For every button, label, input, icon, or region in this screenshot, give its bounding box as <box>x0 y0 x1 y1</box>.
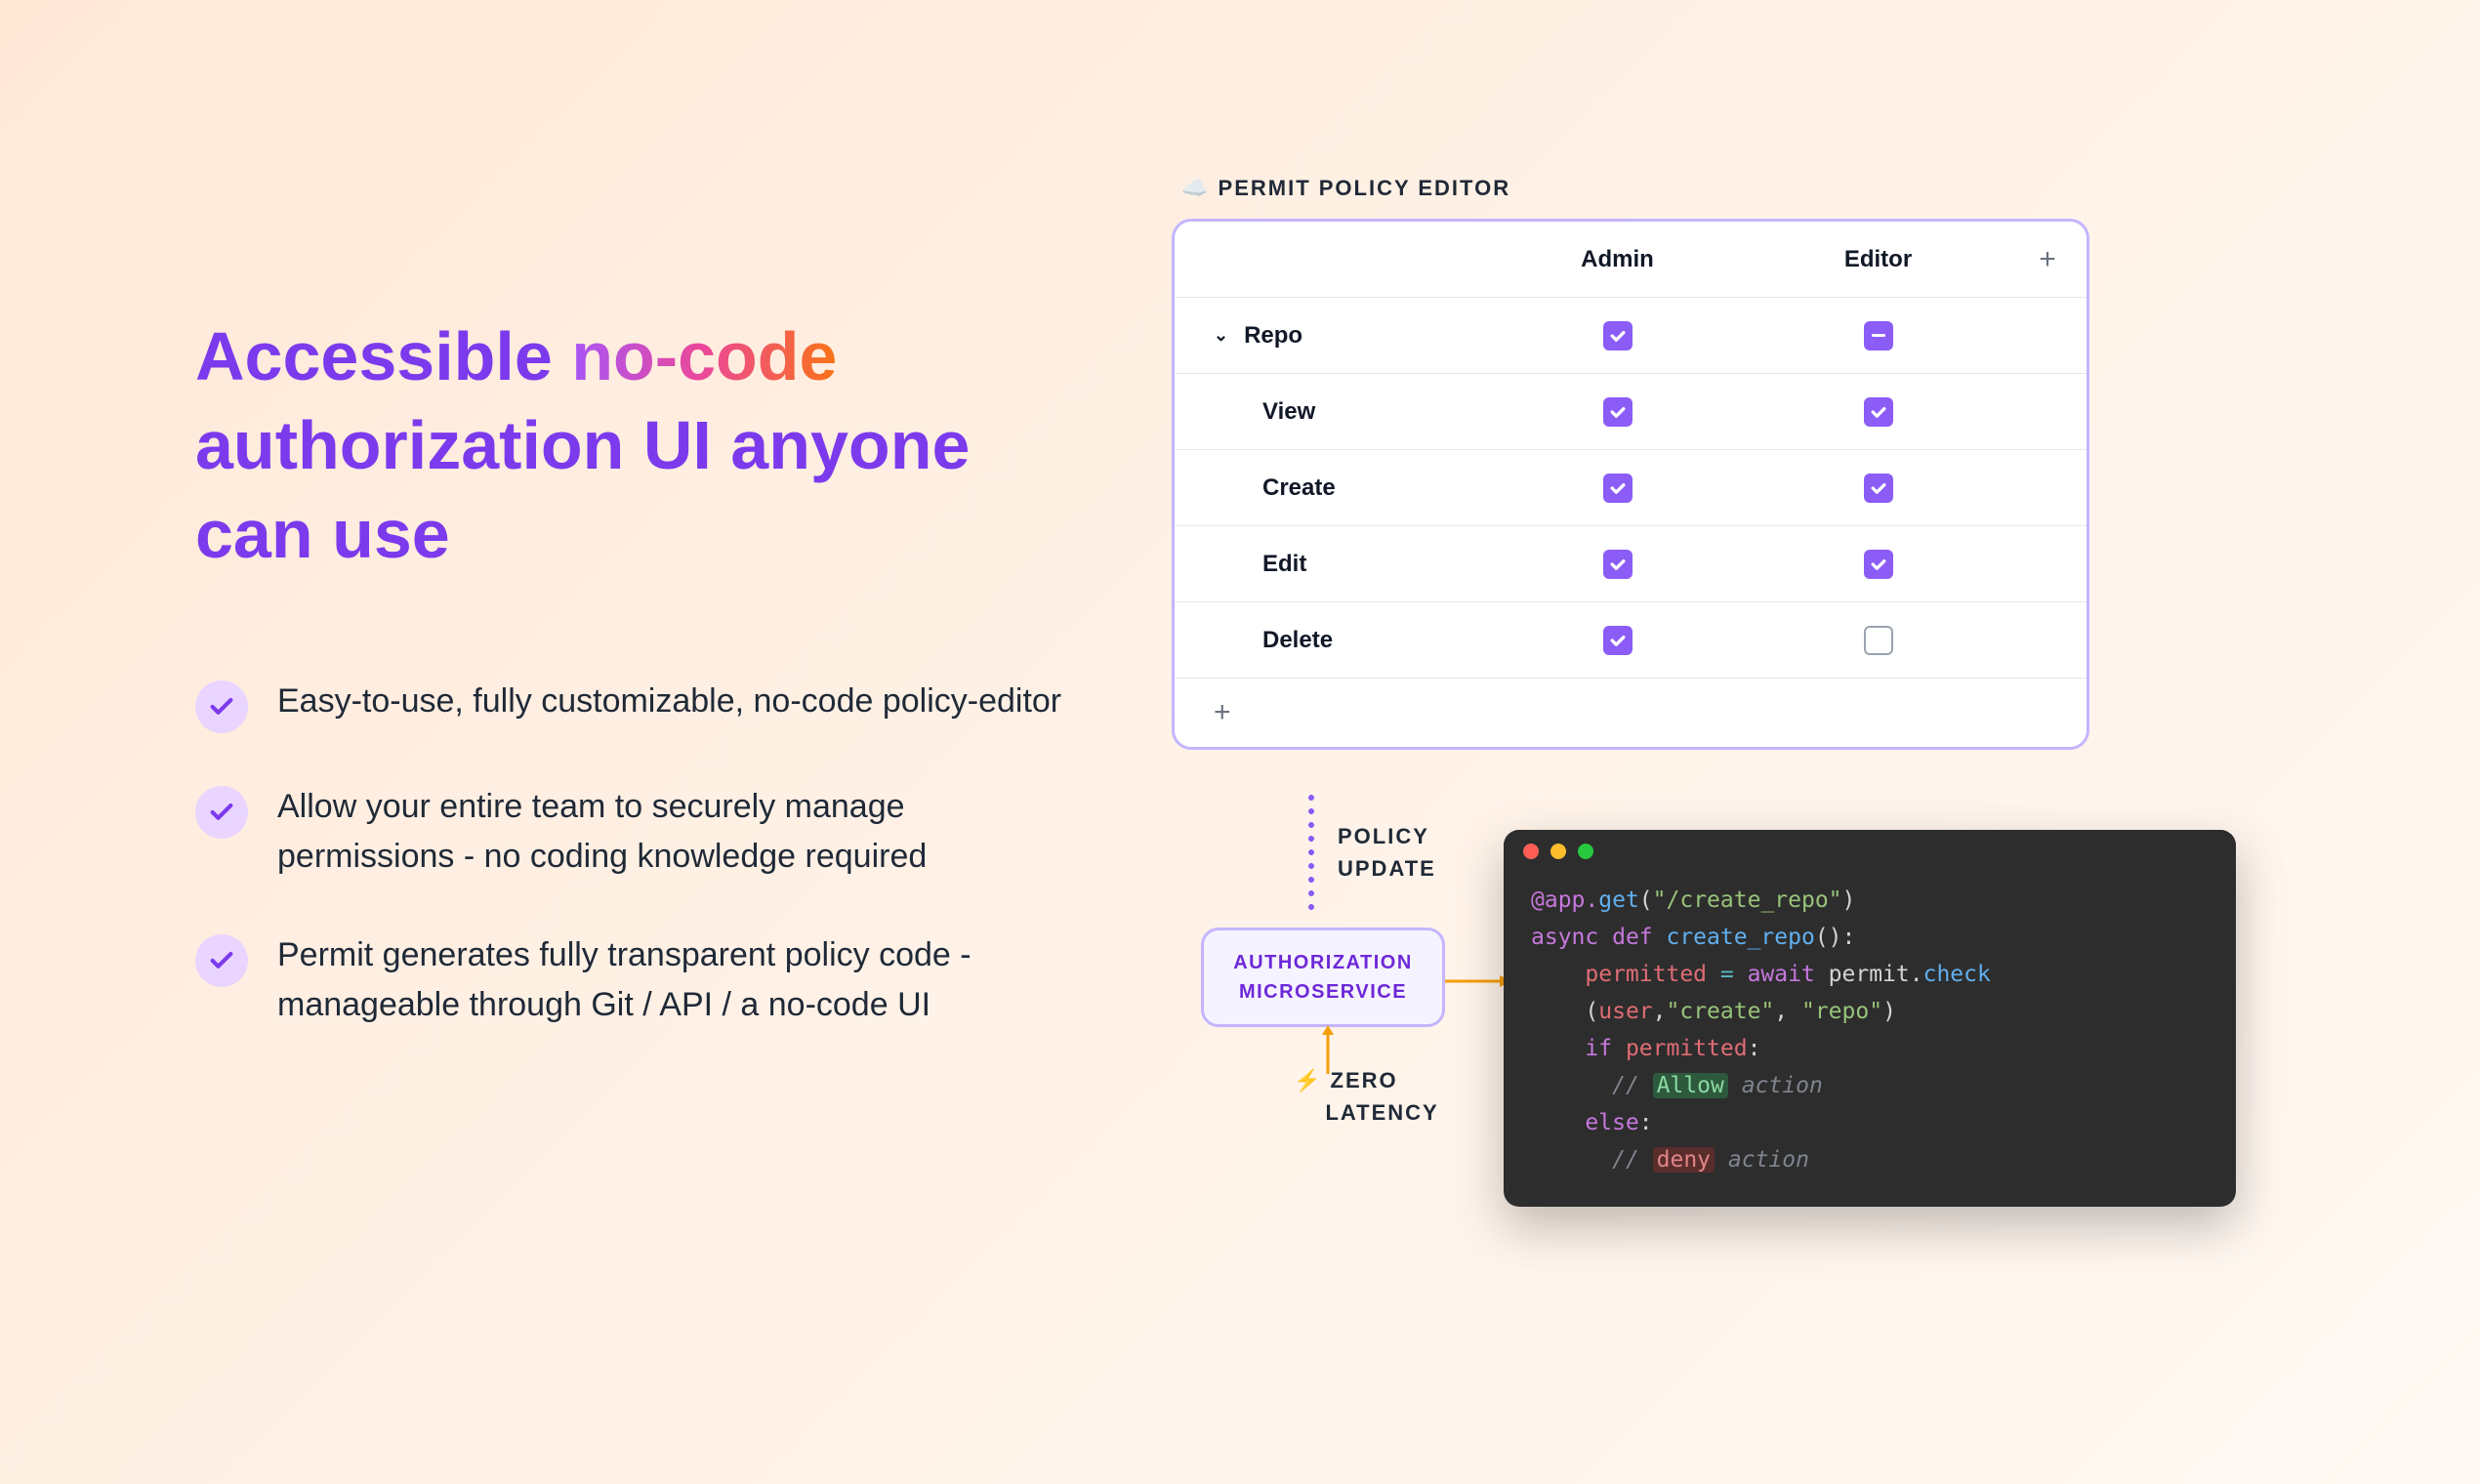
table-row: Delete <box>1175 602 2087 679</box>
row-label-view: View <box>1175 398 1487 426</box>
row-label-edit: Edit <box>1175 551 1487 578</box>
editor-footer: + <box>1175 679 2087 747</box>
check-icon <box>195 934 248 987</box>
checkbox-repo-editor[interactable] <box>1864 321 1893 350</box>
zero-latency-label: ⚡ ZERO LATENCY <box>1294 1064 1439 1129</box>
headline-part1: Accessible <box>195 318 571 394</box>
bullet-item: Permit generates fully transparent polic… <box>195 930 1074 1030</box>
authorization-microservice-box: AUTHORIZATION MICROSERVICE <box>1201 928 1445 1027</box>
add-column-button[interactable]: + <box>2008 243 2087 276</box>
editor-title: ☁️ PERMIT POLICY EDITOR <box>1181 176 2363 201</box>
maximize-icon[interactable] <box>1578 844 1593 859</box>
check-icon <box>195 680 248 733</box>
policy-update-label: POLICY UPDATE <box>1338 820 1436 885</box>
checkbox-view-admin[interactable] <box>1603 397 1633 427</box>
column-header-editor: Editor <box>1748 246 2008 273</box>
bullet-item: Allow your entire team to securely manag… <box>195 782 1074 882</box>
bullet-text: Permit generates fully transparent polic… <box>277 930 1074 1030</box>
minimize-icon[interactable] <box>1550 844 1566 859</box>
table-row: Edit <box>1175 526 2087 602</box>
lightning-icon: ⚡ <box>1294 1068 1322 1092</box>
checkbox-create-admin[interactable] <box>1603 474 1633 503</box>
add-row-button[interactable]: + <box>1214 696 1231 729</box>
row-label-create: Create <box>1175 474 1487 502</box>
headline: Accessible no-code authorization UI anyo… <box>195 312 1074 579</box>
row-label-delete: Delete <box>1175 627 1487 654</box>
checkbox-delete-editor[interactable] <box>1864 626 1893 655</box>
policy-update-connector <box>1308 791 1314 918</box>
window-titlebar <box>1504 830 2236 873</box>
table-row: ⌄ Repo <box>1175 298 2087 374</box>
table-row: View <box>1175 374 2087 450</box>
check-icon <box>195 786 248 839</box>
bullet-text: Allow your entire team to securely manag… <box>277 782 1074 882</box>
row-label-repo[interactable]: ⌄ Repo <box>1175 322 1487 350</box>
editor-header-row: Admin Editor + <box>1175 222 2087 298</box>
headline-highlight: no-code <box>571 318 837 394</box>
bullet-text: Easy-to-use, fully customizable, no-code… <box>277 677 1061 726</box>
column-header-admin: Admin <box>1487 246 1748 273</box>
checkbox-delete-admin[interactable] <box>1603 626 1633 655</box>
checkbox-repo-admin[interactable] <box>1603 321 1633 350</box>
bullet-item: Easy-to-use, fully customizable, no-code… <box>195 677 1074 733</box>
headline-part2: authorization UI anyone can use <box>195 407 970 572</box>
checkbox-edit-admin[interactable] <box>1603 550 1633 579</box>
chevron-down-icon: ⌄ <box>1214 325 1228 346</box>
code-window: @app.get("/create_repo") async def creat… <box>1504 830 2236 1207</box>
checkbox-edit-editor[interactable] <box>1864 550 1893 579</box>
code-content: @app.get("/create_repo") async def creat… <box>1504 873 2236 1207</box>
close-icon[interactable] <box>1523 844 1539 859</box>
table-row: Create <box>1175 450 2087 526</box>
bullet-list: Easy-to-use, fully customizable, no-code… <box>195 677 1074 1030</box>
checkbox-view-editor[interactable] <box>1864 397 1893 427</box>
cloud-icon: ☁️ <box>1181 176 1210 200</box>
policy-editor-panel: Admin Editor + ⌄ Repo View Crea <box>1172 219 2089 750</box>
checkbox-create-editor[interactable] <box>1864 474 1893 503</box>
